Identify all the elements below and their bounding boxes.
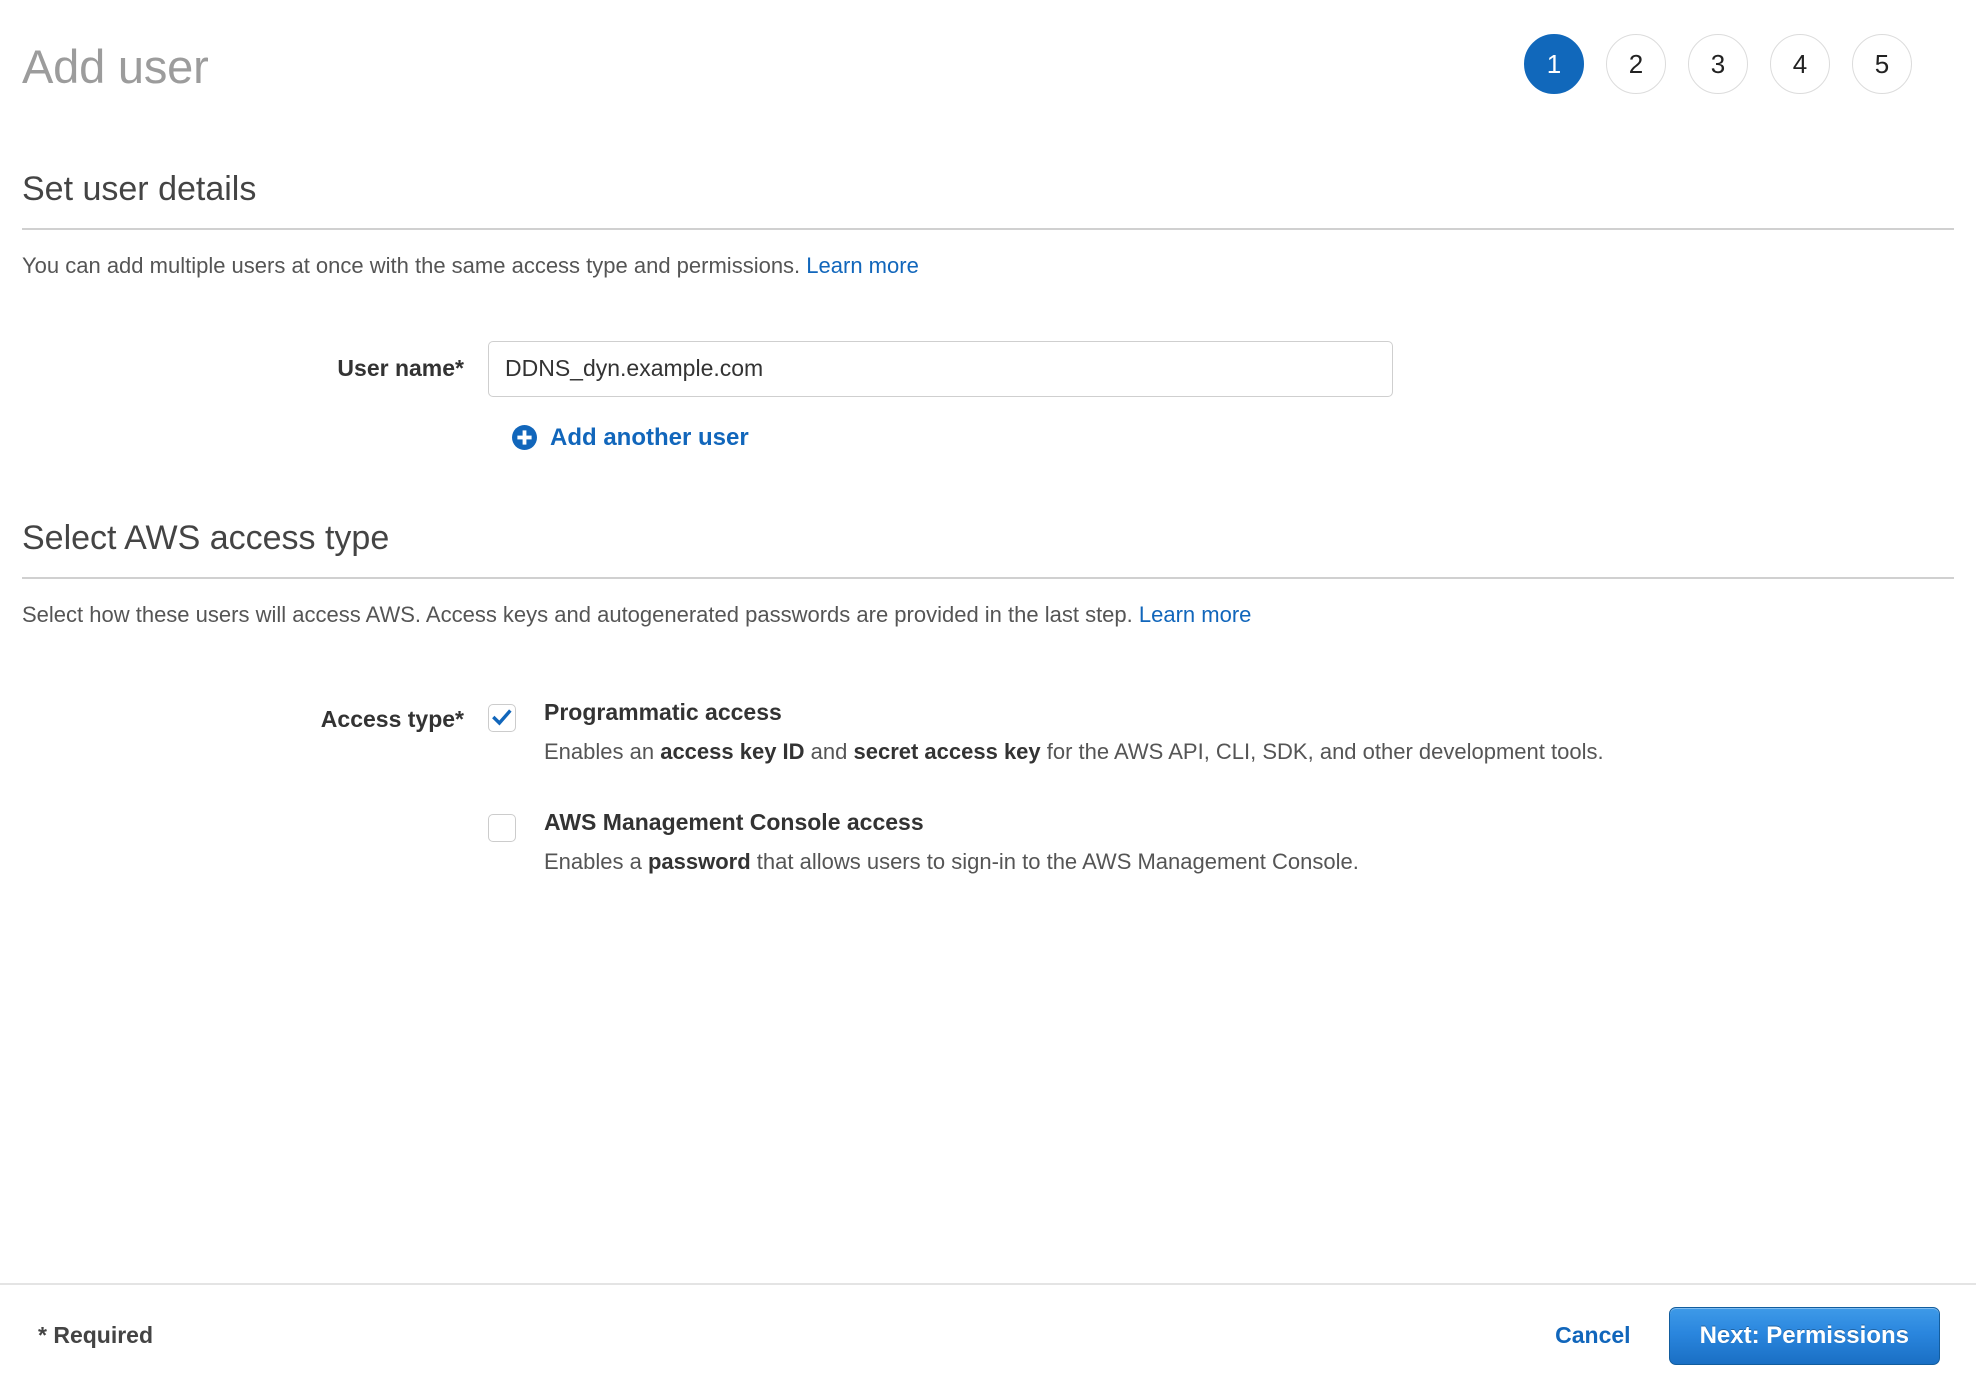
access-type-option-console-description: Enables a password that allows users to … (544, 845, 1359, 878)
desc-seg: Enables an (544, 738, 661, 764)
check-icon (492, 709, 512, 726)
access-type-checkbox-list: Programmatic access Enables an access ke… (488, 698, 1954, 879)
wizard-step-indicator: 1 2 3 4 5 (1524, 34, 1916, 94)
next-permissions-button[interactable]: Next: Permissions (1668, 1306, 1940, 1365)
section-divider-user-details (22, 228, 1954, 230)
wizard-step-5-label: 5 (1874, 48, 1890, 79)
checkbox-programmatic-access[interactable] (488, 703, 516, 732)
page-footer: * Required Cancel Next: Permissions (0, 1283, 1976, 1386)
desc-seg: Enables a (544, 849, 648, 875)
wizard-step-3[interactable]: 3 (1688, 34, 1748, 94)
wizard-step-2-label: 2 (1628, 48, 1644, 79)
username-label: User name* (337, 354, 464, 381)
cancel-button[interactable]: Cancel (1555, 1322, 1630, 1349)
wizard-step-3-label: 3 (1710, 48, 1726, 79)
user-details-description-text: You can add multiple users at once with … (22, 253, 801, 278)
page-title: Add user (22, 39, 209, 93)
access-type-option-console[interactable]: AWS Management Console access Enables a … (488, 808, 1954, 878)
wizard-step-1[interactable]: 1 (1524, 34, 1584, 94)
desc-seg: that allows users to sign-in to the AWS … (750, 849, 1359, 875)
username-form-row: User name* (22, 340, 1954, 397)
wizard-step-4[interactable]: 4 (1770, 34, 1830, 94)
required-note: * Required (38, 1322, 154, 1348)
desc-seg: for the AWS API, CLI, SDK, and other dev… (1040, 738, 1604, 764)
desc-seg: and (804, 738, 854, 764)
desc-seg-bold: password (647, 849, 751, 875)
plus-circle-icon (512, 425, 537, 451)
desc-seg-bold: secret access key (853, 738, 1041, 764)
access-type-label: Access type* (320, 705, 464, 732)
username-input[interactable] (488, 340, 1393, 397)
wizard-step-4-label: 4 (1792, 48, 1808, 79)
access-type-option-programmatic-description: Enables an access key ID and secret acce… (544, 735, 1604, 768)
checkbox-console-access[interactable] (488, 813, 516, 842)
page-header: Add user 1 2 3 4 5 (0, 0, 1976, 128)
section-description-user-details: You can add multiple users at once with … (22, 252, 1954, 281)
access-type-option-console-body: AWS Management Console access Enables a … (544, 808, 1359, 878)
add-another-user-button[interactable]: Add another user (512, 424, 749, 452)
access-type-option-programmatic-body: Programmatic access Enables an access ke… (544, 698, 1604, 768)
learn-more-link-access-type[interactable]: Learn more (1139, 602, 1252, 627)
footer-actions: Cancel Next: Permissions (1555, 1306, 1940, 1365)
access-type-form-row: Access type* Programmatic access Enables… (22, 698, 1954, 879)
section-heading-access-type: Select AWS access type (22, 519, 390, 558)
main-content: Set user details You can add multiple us… (0, 128, 1976, 878)
access-type-option-console-title: AWS Management Console access (544, 808, 924, 835)
access-type-option-programmatic-title: Programmatic access (544, 698, 782, 725)
wizard-step-1-label: 1 (1546, 48, 1562, 79)
add-another-user-label: Add another user (550, 423, 749, 451)
learn-more-link-user-details[interactable]: Learn more (806, 253, 919, 278)
wizard-step-5[interactable]: 5 (1852, 34, 1912, 94)
desc-seg-bold: access key ID (660, 738, 805, 764)
access-type-description-text: Select how these users will access AWS. … (22, 602, 1133, 628)
access-type-option-programmatic[interactable]: Programmatic access Enables an access ke… (488, 698, 1954, 768)
wizard-step-2[interactable]: 2 (1606, 34, 1666, 94)
section-description-access-type: Select how these users will access AWS. … (22, 601, 1954, 630)
section-heading-user-details: Set user details (22, 170, 257, 208)
section-divider-access-type (22, 577, 1954, 580)
